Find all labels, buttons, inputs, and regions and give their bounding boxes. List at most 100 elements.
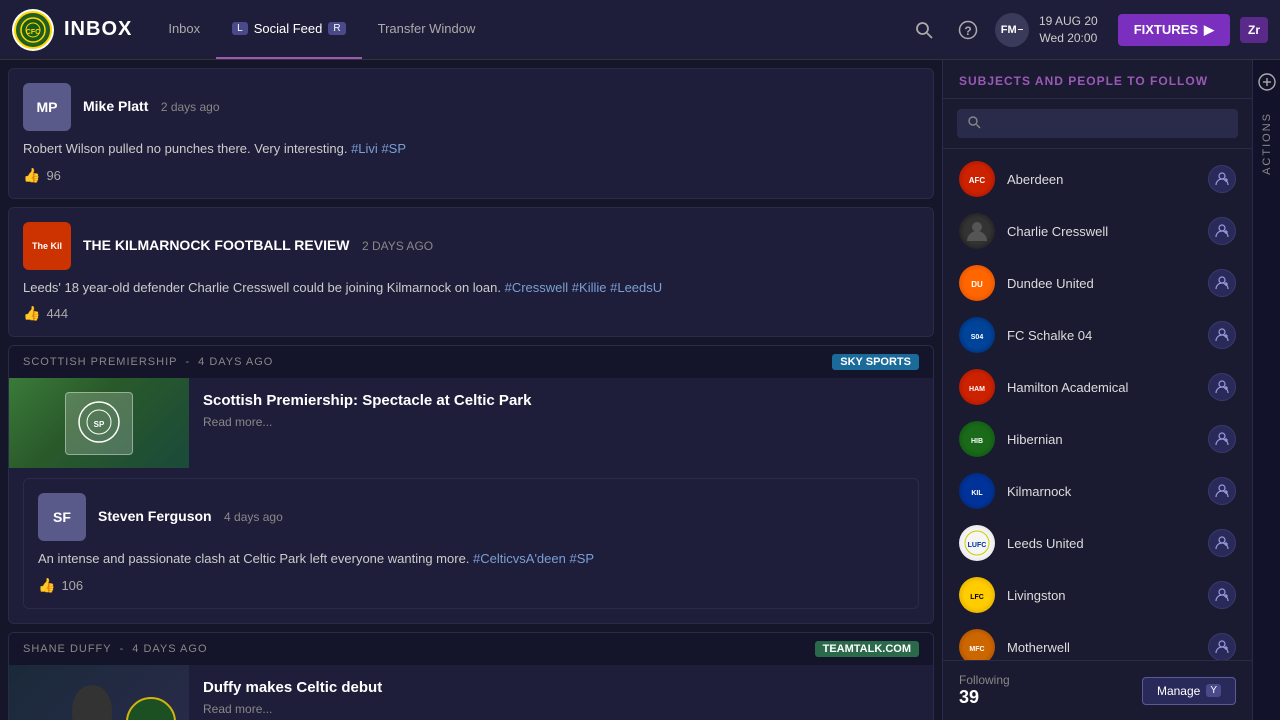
nav-tabs: Inbox L Social Feed R Transfer Window — [152, 0, 491, 59]
follow-btn-aberdeen[interactable] — [1208, 165, 1236, 193]
follow-btn-hibernian[interactable] — [1208, 425, 1236, 453]
sidebar: SUBJECTS AND PEOPLE TO FOLLOW AFC Aberde… — [942, 60, 1252, 720]
sidebar-item-kilmarnock[interactable]: KIL Kilmarnock — [943, 465, 1252, 517]
follow-btn-charlie[interactable] — [1208, 217, 1236, 245]
svg-text:HAM: HAM — [969, 386, 985, 393]
sidebar-item-aberdeen[interactable]: AFC Aberdeen — [943, 153, 1252, 205]
tab-social-feed[interactable]: L Social Feed R — [216, 0, 361, 59]
follow-btn-dundee[interactable] — [1208, 269, 1236, 297]
news-header-bar: SCOTTISH PREMIERSHIP - 4 DAYS AGO SKY SP… — [9, 346, 933, 378]
tweet-author: Mike Platt — [83, 98, 148, 114]
fixtures-arrow-icon: ▶ — [1204, 22, 1214, 38]
club-name-leeds: Leeds United — [1007, 536, 1196, 551]
fm-minus-icon: – — [1018, 24, 1024, 35]
search-icon-btn[interactable] — [907, 13, 941, 47]
svg-text:CFC: CFC — [26, 29, 40, 36]
help-icon-btn[interactable]: ? — [951, 13, 985, 47]
news-dash: - — [185, 356, 190, 368]
hashtag-sp[interactable]: #SP — [381, 141, 406, 156]
sidebar-search-input[interactable] — [989, 116, 1228, 131]
sidebar-item-leeds-united[interactable]: LUFC Leeds United — [943, 517, 1252, 569]
news-body: SP Scottish Premiership: Spectacle at Ce… — [9, 378, 933, 468]
news-title[interactable]: Duffy makes Celtic debut — [203, 679, 919, 696]
nested-tweet-steven: SF Steven Ferguson 4 days ago An intense… — [9, 468, 933, 623]
actions-plus-icon[interactable] — [1255, 70, 1279, 94]
club-name-schalke: FC Schalke 04 — [1007, 328, 1196, 343]
news-read-more[interactable]: Read more... — [203, 415, 919, 429]
fixtures-button[interactable]: FIXTURES ▶ — [1118, 14, 1230, 46]
svg-text:KIL: KIL — [971, 490, 983, 497]
hashtag-livi[interactable]: #Livi — [351, 141, 378, 156]
club-name-hibernian: Hibernian — [1007, 432, 1196, 447]
sidebar-item-hamilton[interactable]: HAM Hamilton Academical — [943, 361, 1252, 413]
fixtures-label: FIXTURES — [1134, 22, 1198, 37]
manage-y-badge: Y — [1206, 684, 1221, 697]
svg-text:AFC: AFC — [969, 176, 986, 185]
news-badge-sky: SKY SPORTS — [832, 354, 919, 370]
avatar-kilmarnock-review: The Kil — [23, 222, 71, 270]
sidebar-item-charlie-cresswell[interactable]: Charlie Cresswell — [943, 205, 1252, 257]
club-name-kilmarnock: Kilmarnock — [1007, 484, 1196, 499]
tweet-meta: THE KILMARNOCK FOOTBALL REVIEW 2 DAYS AG… — [83, 237, 919, 255]
news-source-label: SHANE DUFFY — [23, 643, 112, 655]
hashtag-leedsu[interactable]: #LeedsU — [610, 280, 662, 295]
tab-transfer-window-label: Transfer Window — [378, 21, 476, 36]
hashtag-sp2[interactable]: #SP — [569, 551, 594, 566]
club-logo: CFC — [12, 9, 54, 51]
follow-btn-schalke[interactable] — [1208, 321, 1236, 349]
like-icon: 👍 — [23, 305, 40, 322]
follow-btn-livingston[interactable] — [1208, 581, 1236, 609]
like-count: 106 — [61, 578, 83, 593]
tweet-likes: 👍 106 — [38, 577, 904, 594]
tweet-time: 2 DAYS AGO — [362, 239, 433, 253]
tweet-likes: 👍 96 — [23, 167, 919, 184]
tab-transfer-window[interactable]: Transfer Window — [362, 0, 492, 59]
club-name-dundee: Dundee United — [1007, 276, 1196, 291]
tweet-text: Robert Wilson pulled no punches there. V… — [23, 139, 919, 159]
fm-badge[interactable]: FM – — [995, 13, 1029, 47]
sidebar-item-livingston[interactable]: LFC Livingston — [943, 569, 1252, 621]
search-icon — [967, 115, 981, 132]
search-input-wrap — [957, 109, 1238, 138]
hashtag-cresswell[interactable]: #Cresswell — [505, 280, 569, 295]
following-label: Following — [959, 673, 1010, 687]
club-name-motherwell: Motherwell — [1007, 640, 1196, 655]
page-title: INBOX — [64, 18, 132, 41]
manage-button[interactable]: Manage Y — [1142, 677, 1236, 705]
tweet-card-steven-ferguson: SF Steven Ferguson 4 days ago An intense… — [23, 478, 919, 609]
hashtag-celticvsadeen[interactable]: #CelticvsA'deen — [473, 551, 566, 566]
like-count: 444 — [46, 306, 68, 321]
tweet-likes: 👍 444 — [23, 305, 919, 322]
top-nav: CFC INBOX Inbox L Social Feed R Transfer… — [0, 0, 1280, 60]
news-content: Scottish Premiership: Spectacle at Celti… — [189, 378, 933, 468]
news-header-bar: SHANE DUFFY - 4 DAYS AGO TEAMTALK.COM — [9, 633, 933, 665]
news-time: 4 DAYS AGO — [132, 643, 207, 655]
hashtag-killie[interactable]: #Killie — [572, 280, 607, 295]
follow-btn-hamilton[interactable] — [1208, 373, 1236, 401]
date-area: 19 AUG 20 Wed 20:00 — [1039, 13, 1098, 47]
follow-btn-motherwell[interactable] — [1208, 633, 1236, 660]
sidebar-search — [943, 99, 1252, 149]
follow-btn-kilmarnock[interactable] — [1208, 477, 1236, 505]
tweet-time: 4 days ago — [224, 510, 283, 524]
club-badge-leeds: LUFC — [959, 525, 995, 561]
club-name-livingston: Livingston — [1007, 588, 1196, 603]
club-badge-aberdeen: AFC — [959, 161, 995, 197]
sidebar-item-hibernian[interactable]: HIB Hibernian — [943, 413, 1252, 465]
feed-area: MP Mike Platt 2 days ago Robert Wilson p… — [0, 60, 942, 720]
tab-social-feed-label: Social Feed — [254, 21, 323, 36]
sidebar-item-dundee-united[interactable]: DU Dundee United — [943, 257, 1252, 309]
tab-inbox[interactable]: Inbox — [152, 0, 216, 59]
club-badge-motherwell: MFC — [959, 629, 995, 660]
tweet-time: 2 days ago — [161, 100, 220, 114]
tweet-text: An intense and passionate clash at Celti… — [38, 549, 904, 569]
tweet-meta: Steven Ferguson 4 days ago — [98, 508, 904, 526]
news-read-more[interactable]: Read more... — [203, 702, 919, 716]
tweet-header: MP Mike Platt 2 days ago — [23, 83, 919, 131]
follow-btn-leeds[interactable] — [1208, 529, 1236, 557]
sidebar-item-schalke[interactable]: S04 FC Schalke 04 — [943, 309, 1252, 361]
news-title[interactable]: Scottish Premiership: Spectacle at Celti… — [203, 392, 919, 409]
zr-badge[interactable]: Zr — [1240, 17, 1268, 43]
news-source-info: SHANE DUFFY - 4 DAYS AGO — [23, 643, 208, 655]
sidebar-item-motherwell[interactable]: MFC Motherwell — [943, 621, 1252, 660]
